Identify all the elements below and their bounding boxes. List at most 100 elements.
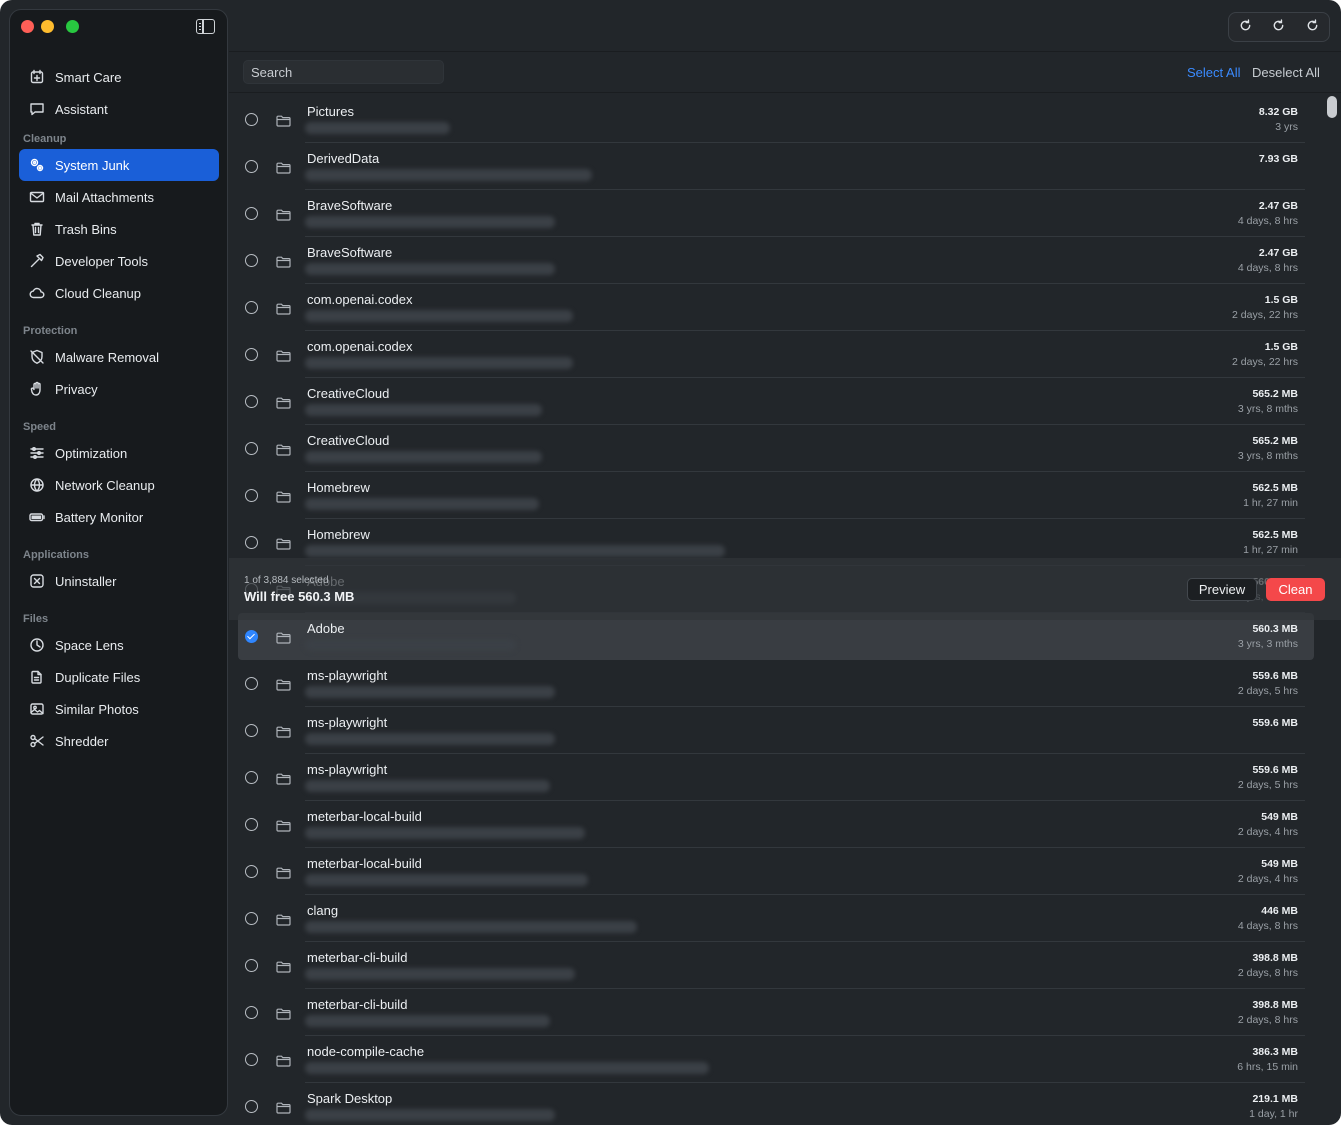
sidebar-item-system-junk[interactable]: System Junk <box>19 149 219 181</box>
list-scrollbar[interactable] <box>1327 96 1337 118</box>
file-row[interactable]: BraveSoftware 2.47 GB 4 days, 8 hrs <box>238 190 1314 237</box>
row-name: BraveSoftware <box>307 198 393 213</box>
file-row[interactable]: CreativeCloud 565.2 MB 3 yrs, 8 mths <box>238 425 1314 472</box>
row-path-blurred <box>305 1015 550 1027</box>
sidebar-item-uninstaller[interactable]: Uninstaller <box>19 565 219 597</box>
row-name: Homebrew <box>307 480 370 495</box>
sidebar-item-cloud-cleanup[interactable]: Cloud Cleanup <box>19 277 219 309</box>
file-row[interactable]: BraveSoftware 2.47 GB 4 days, 8 hrs <box>238 237 1314 284</box>
section-label-cleanup: Cleanup <box>23 133 67 145</box>
row-checkbox[interactable] <box>245 959 258 972</box>
file-row[interactable]: meterbar-cli-build 398.8 MB 2 days, 8 hrs <box>238 942 1314 989</box>
file-row[interactable]: meterbar-local-build 549 MB 2 days, 4 hrs <box>238 848 1314 895</box>
row-age: 2 days, 8 hrs <box>1237 967 1298 979</box>
row-checkbox[interactable] <box>245 301 258 314</box>
file-row[interactable]: ms-playwright 559.6 MB <box>238 707 1314 754</box>
refresh-button[interactable] <box>1229 13 1262 41</box>
sidebar-item-similar-photos[interactable]: Similar Photos <box>19 693 219 725</box>
row-checkbox[interactable] <box>245 1006 258 1019</box>
folder-icon <box>276 772 291 785</box>
file-row[interactable]: node-compile-cache 386.3 MB 6 hrs, 15 min <box>238 1036 1314 1083</box>
sidebar-item-trash-bins[interactable]: Trash Bins <box>19 213 219 245</box>
minimize-window-button[interactable] <box>41 20 54 33</box>
row-age: 2 days, 8 hrs <box>1237 1014 1298 1026</box>
row-checkbox[interactable] <box>245 348 258 361</box>
row-size: 549 MB <box>1261 858 1298 870</box>
row-age: 3 yrs, 8 mths <box>1237 450 1298 462</box>
select-all-button[interactable]: Select All <box>1187 65 1240 80</box>
row-checkbox[interactable] <box>245 1100 258 1113</box>
sidebar-item-assistant[interactable]: Assistant <box>19 93 219 125</box>
sidebar-item-optimization[interactable]: Optimization <box>19 437 219 469</box>
row-checkbox[interactable] <box>245 254 258 267</box>
row-size: 559.6 MB <box>1252 717 1298 729</box>
file-row[interactable]: com.openai.codex 1.5 GB 2 days, 22 hrs <box>238 284 1314 331</box>
file-row[interactable]: ms-playwright 559.6 MB 2 days, 5 hrs <box>238 754 1314 801</box>
file-row[interactable]: ms-playwright 559.6 MB 2 days, 5 hrs <box>238 660 1314 707</box>
folder-icon <box>276 443 291 456</box>
file-row[interactable]: clang 446 MB 4 days, 8 hrs <box>238 895 1314 942</box>
row-name: BraveSoftware <box>307 245 393 260</box>
row-checkbox[interactable] <box>245 771 258 784</box>
row-age: 2 days, 4 hrs <box>1237 873 1298 885</box>
zoom-window-button[interactable] <box>66 20 79 33</box>
sidebar-item-space-lens[interactable]: Space Lens <box>19 629 219 661</box>
row-checkbox[interactable] <box>245 536 258 549</box>
row-checkbox[interactable] <box>245 160 258 173</box>
row-checkbox[interactable] <box>245 630 258 643</box>
file-row[interactable]: Pictures 8.32 GB 3 yrs <box>238 96 1314 143</box>
row-checkbox[interactable] <box>245 1053 258 1066</box>
sidebar-item-network-cleanup[interactable]: Network Cleanup <box>19 469 219 501</box>
row-checkbox[interactable] <box>245 207 258 220</box>
row-checkbox[interactable] <box>245 912 258 925</box>
sidebar-item-battery-monitor[interactable]: Battery Monitor <box>19 501 219 533</box>
file-row[interactable]: Spark Desktop 219.1 MB 1 day, 1 hr <box>238 1083 1314 1125</box>
refresh-button[interactable] <box>1296 13 1329 41</box>
refresh-button[interactable] <box>1262 13 1295 41</box>
sidebar-item-developer-tools[interactable]: Developer Tools <box>19 245 219 277</box>
section-label-protection: Protection <box>23 325 78 337</box>
row-name: com.openai.codex <box>307 339 413 354</box>
file-row[interactable]: meterbar-cli-build 398.8 MB 2 days, 8 hrs <box>238 989 1314 1036</box>
search-input[interactable] <box>243 60 444 84</box>
battery-icon <box>27 507 47 527</box>
row-checkbox[interactable] <box>245 677 258 690</box>
file-row[interactable]: Homebrew 562.5 MB 1 hr, 27 min <box>238 472 1314 519</box>
top-toolbar <box>229 0 1341 52</box>
row-age: 2 days, 22 hrs <box>1232 309 1298 321</box>
preview-button[interactable]: Preview <box>1187 578 1257 601</box>
file-row[interactable]: meterbar-local-build 549 MB 2 days, 4 hrs <box>238 801 1314 848</box>
file-row[interactable]: com.openai.codex 1.5 GB 2 days, 22 hrs <box>238 331 1314 378</box>
row-age: 3 yrs, 3 mths <box>1237 638 1298 650</box>
row-checkbox[interactable] <box>245 724 258 737</box>
refresh-icon <box>1306 18 1319 36</box>
sidebar-item-shredder[interactable]: Shredder <box>19 725 219 757</box>
sidebar-item-smart-care[interactable]: Smart Care <box>19 61 219 93</box>
file-row[interactable]: DerivedData 7.93 GB <box>238 143 1314 190</box>
close-window-button[interactable] <box>21 20 34 33</box>
row-checkbox[interactable] <box>245 865 258 878</box>
row-checkbox[interactable] <box>245 113 258 126</box>
row-path-blurred <box>305 968 575 980</box>
file-row[interactable]: Adobe 560.3 MB 3 yrs, 3 mths <box>238 613 1314 660</box>
will-free-summary: Will free 560.3 MB <box>244 589 355 604</box>
file-row[interactable]: CreativeCloud 565.2 MB 3 yrs, 8 mths <box>238 378 1314 425</box>
row-checkbox[interactable] <box>245 442 258 455</box>
row-name: CreativeCloud <box>307 433 390 448</box>
sidebar-item-mail-attachments[interactable]: Mail Attachments <box>19 181 219 213</box>
row-checkbox[interactable] <box>245 395 258 408</box>
clean-button[interactable]: Clean <box>1266 578 1325 601</box>
row-checkbox[interactable] <box>245 818 258 831</box>
folder-icon <box>276 1101 291 1114</box>
sidebar-item-label: Malware Removal <box>55 349 160 365</box>
photos-icon <box>27 699 47 719</box>
folder-icon <box>276 537 291 550</box>
row-checkbox[interactable] <box>245 489 258 502</box>
sidebar-item-privacy[interactable]: Privacy <box>19 373 219 405</box>
sidebar-item-label: System Junk <box>55 157 130 173</box>
sidebar-item-duplicate-files[interactable]: Duplicate Files <box>19 661 219 693</box>
sidebar-item-malware-removal[interactable]: Malware Removal <box>19 341 219 373</box>
sidebar-toggle-icon[interactable] <box>196 19 215 34</box>
sidebar-item-label: Similar Photos <box>55 701 139 717</box>
deselect-all-button[interactable]: Deselect All <box>1252 65 1320 80</box>
